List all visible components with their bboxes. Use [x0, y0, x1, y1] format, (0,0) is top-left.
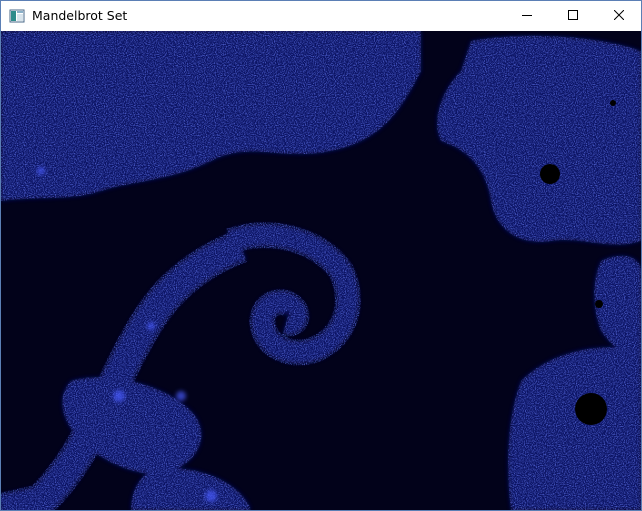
maximize-button[interactable]: [550, 1, 596, 31]
fractal-render: [1, 31, 641, 510]
title-bar[interactable]: Mandelbrot Set: [1, 1, 641, 31]
mandelbrot-canvas[interactable]: [1, 31, 641, 510]
minimize-icon: [522, 7, 532, 25]
minimize-button[interactable]: [504, 1, 550, 31]
close-button[interactable]: [596, 1, 641, 31]
maximize-icon: [568, 7, 578, 25]
window-title: Mandelbrot Set: [32, 8, 128, 23]
app-window: Mandelbrot Set: [0, 0, 642, 511]
window-app-icon: [9, 8, 25, 24]
close-icon: [613, 7, 625, 25]
